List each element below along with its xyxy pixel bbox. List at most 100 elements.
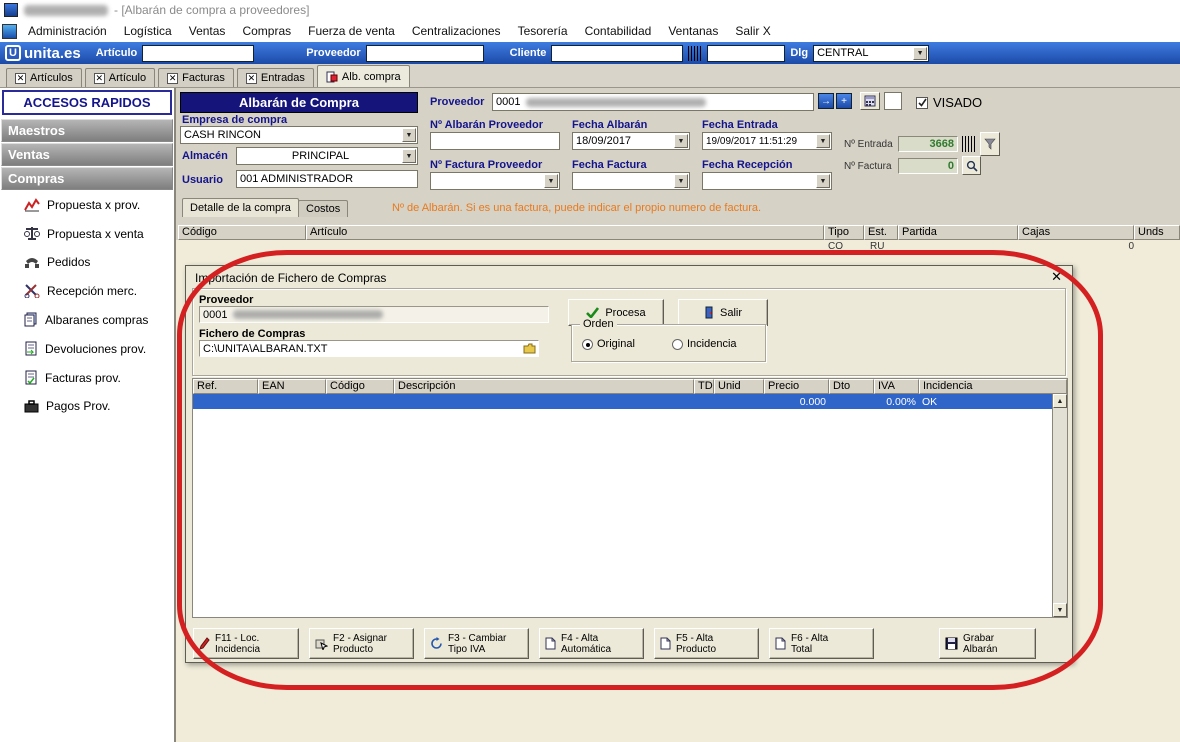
close-tab-icon[interactable]: ✕ — [93, 72, 105, 84]
visado-checkbox[interactable] — [916, 96, 928, 109]
col-incidencia[interactable]: Incidencia — [919, 379, 1067, 394]
salir-button[interactable]: Salir — [678, 299, 768, 326]
radio-icon[interactable] — [672, 338, 683, 350]
empresa-select[interactable]: CASH RINCON ▼ — [180, 126, 418, 144]
grid-row-partial[interactable]: CO RU 0 — [178, 240, 1180, 254]
add-record-button[interactable]: + — [836, 93, 852, 109]
sidebar-item-facturas-prov[interactable]: Facturas prov. — [0, 363, 174, 392]
close-tab-icon[interactable]: ✕ — [245, 72, 257, 84]
col-cajas[interactable]: Cajas — [1018, 225, 1134, 240]
f11-loc-incidencia-button[interactable]: F11 - Loc. Incidencia — [193, 628, 299, 659]
col-est[interactable]: Est. — [864, 225, 898, 240]
menu-centralizaciones[interactable]: Centralizaciones — [412, 24, 501, 38]
browse-file-button[interactable] — [523, 343, 536, 357]
sidebar-section-ventas[interactable]: Ventas — [1, 143, 173, 166]
dialog-close-button[interactable]: ✕ — [1051, 269, 1062, 285]
proveedor-search-input[interactable] — [365, 44, 484, 62]
almacen-select[interactable]: PRINCIPAL ▼ — [236, 147, 418, 165]
menu-ventas[interactable]: Ventas — [189, 24, 226, 38]
selected-import-row[interactable]: 0.000 0.00% OK — [193, 394, 1052, 409]
menu-tesoreria[interactable]: Tesorería — [518, 24, 568, 38]
sidebar-item-devoluciones[interactable]: Devoluciones prov. — [0, 334, 174, 363]
col-partida[interactable]: Partida — [898, 225, 1018, 240]
f6-alta-total-button[interactable]: F6 - Alta Total — [769, 628, 874, 659]
scroll-up-icon[interactable]: ▲ — [1053, 394, 1067, 408]
orden-original-option[interactable]: Original — [582, 338, 635, 350]
f3-cambiar-tipo-iva-button[interactable]: F3 - Cambiar Tipo IVA — [424, 628, 529, 659]
chevron-down-icon[interactable]: ▼ — [674, 134, 688, 148]
sidebar-item-pagos-prov[interactable]: Pagos Prov. — [0, 392, 174, 420]
menu-fuerza-de-venta[interactable]: Fuerza de venta — [308, 24, 395, 38]
col-td[interactable]: TD — [694, 379, 714, 394]
menu-logistica[interactable]: Logística — [124, 24, 172, 38]
menu-salir[interactable]: Salir X — [735, 24, 770, 38]
sidebar-item-albaranes-compras[interactable]: Albaranes compras — [0, 305, 174, 334]
f2-asignar-producto-button[interactable]: F2 - Asignar Producto — [309, 628, 414, 659]
col-codigo[interactable]: Código — [178, 225, 306, 240]
proveedor-input[interactable]: 0001 — [492, 93, 814, 111]
menu-compras[interactable]: Compras — [242, 24, 291, 38]
close-tab-icon[interactable]: ✕ — [167, 72, 179, 84]
n-factura-prov-select[interactable]: ▼ — [430, 172, 560, 190]
col-dto[interactable]: Dto — [829, 379, 874, 394]
tab-alb-compra[interactable]: Alb. compra — [316, 65, 410, 87]
grid-scrollbar[interactable]: ▲ ▼ — [1052, 394, 1067, 617]
chevron-down-icon[interactable]: ▼ — [402, 128, 416, 142]
grabar-albaran-button[interactable]: Grabar Albarán — [939, 628, 1036, 659]
f5-alta-producto-button[interactable]: F5 - Alta Producto — [654, 628, 759, 659]
col-ean[interactable]: EAN — [258, 379, 326, 394]
barcode-search-input[interactable] — [707, 44, 786, 62]
cliente-search-input[interactable] — [551, 44, 684, 62]
n-albaran-prov-input[interactable] — [430, 132, 560, 150]
tab-costos[interactable]: Costos — [298, 200, 349, 217]
col-unds[interactable]: Unds — [1134, 225, 1180, 240]
chevron-down-icon[interactable]: ▼ — [816, 134, 830, 148]
filter-button[interactable] — [980, 132, 1000, 156]
dialog-proveedor-input[interactable]: 0001 — [199, 306, 549, 323]
fecha-entrada-select[interactable]: 19/09/2017 11:51:29 ▼ — [702, 132, 832, 150]
tab-facturas[interactable]: ✕ Facturas — [158, 68, 234, 87]
f4-alta-automatica-button[interactable]: F4 - Alta Automática — [539, 628, 644, 659]
next-record-button[interactable]: → — [818, 93, 834, 109]
tab-articulo[interactable]: ✕ Artículo — [84, 68, 156, 87]
sidebar-item-pedidos[interactable]: Pedidos — [0, 248, 174, 276]
tab-detalle-compra[interactable]: Detalle de la compra — [182, 198, 299, 217]
sidebar-item-propuesta-prov[interactable]: Propuesta x prov. — [0, 191, 174, 219]
close-tab-icon[interactable]: ✕ — [15, 72, 26, 84]
col-iva[interactable]: IVA — [874, 379, 919, 394]
chevron-down-icon[interactable]: ▼ — [402, 149, 416, 163]
col-descripcion[interactable]: Descripción — [394, 379, 694, 394]
search-record-button[interactable] — [962, 156, 981, 175]
chevron-down-icon[interactable]: ▼ — [913, 46, 928, 60]
col-unid[interactable]: Unid — [714, 379, 764, 394]
menu-ventanas[interactable]: Ventanas — [668, 24, 718, 38]
chevron-down-icon[interactable]: ▼ — [674, 174, 688, 188]
dlg-select[interactable]: CENTRAL ▼ — [813, 44, 930, 62]
articulo-search-input[interactable] — [142, 44, 255, 62]
redacted-proveedor-name — [526, 97, 707, 107]
scroll-down-icon[interactable]: ▼ — [1053, 603, 1067, 617]
sidebar-section-maestros[interactable]: Maestros — [1, 119, 173, 142]
col-ref[interactable]: Ref. — [193, 379, 258, 394]
fecha-albaran-select[interactable]: 18/09/2017 ▼ — [572, 132, 690, 150]
chevron-down-icon[interactable]: ▼ — [544, 174, 558, 188]
chevron-down-icon[interactable]: ▼ — [816, 174, 830, 188]
sidebar-item-propuesta-venta[interactable]: Propuesta x venta — [0, 219, 174, 248]
col-articulo[interactable]: Artículo — [306, 225, 824, 240]
fecha-recepcion-select[interactable]: ▼ — [702, 172, 832, 190]
menu-administracion[interactable]: Administración — [28, 24, 107, 38]
sidebar-section-compras[interactable]: Compras — [1, 167, 173, 190]
col-precio[interactable]: Precio — [764, 379, 829, 394]
fichero-input[interactable]: C:\UNITA\ALBARAN.TXT — [199, 340, 539, 357]
orden-incidencia-option[interactable]: Incidencia — [672, 338, 737, 350]
col-codigo[interactable]: Código — [326, 379, 394, 394]
menu-contabilidad[interactable]: Contabilidad — [585, 24, 652, 38]
tab-articulos[interactable]: ✕ Artículos — [6, 68, 82, 87]
fecha-factura-select[interactable]: ▼ — [572, 172, 690, 190]
usuario-input[interactable]: 001 ADMINISTRADOR — [236, 170, 418, 188]
radio-selected-icon[interactable] — [582, 338, 593, 350]
sidebar-item-recepcion[interactable]: Recepción merc. — [0, 276, 174, 305]
calculator-button[interactable] — [860, 92, 880, 110]
tab-entradas[interactable]: ✕ Entradas — [236, 68, 314, 87]
col-tipo[interactable]: Tipo — [824, 225, 864, 240]
